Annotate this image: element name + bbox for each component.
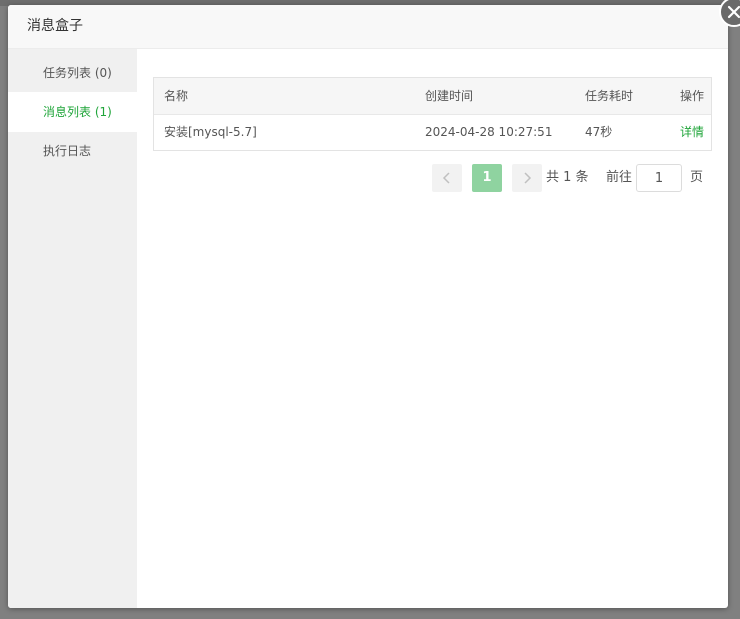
table-header: 名称 创建时间 任务耗时 操作: [154, 78, 711, 115]
chevron-right-icon: [524, 172, 532, 184]
message-box-dialog: 消息盒子 任务列表 (0) 消息列表 (1) 执行日志 名称 创建时间 任务耗时…: [8, 0, 740, 608]
page-suffix: 页: [690, 170, 704, 185]
row-created-time: 2024-04-28 10:27:51: [425, 125, 553, 139]
main-content: 名称 创建时间 任务耗时 操作 安装[mysql-5.7] 2024-04-28…: [137, 49, 728, 608]
next-page-button[interactable]: [512, 164, 542, 192]
sidebar-item-message-list[interactable]: 消息列表 (1): [8, 92, 137, 132]
total-count: 共 1 条: [546, 170, 589, 185]
prev-page-button[interactable]: [432, 164, 462, 192]
sidebar: 任务列表 (0) 消息列表 (1) 执行日志: [8, 49, 137, 608]
message-table: 名称 创建时间 任务耗时 操作 安装[mysql-5.7] 2024-04-28…: [153, 77, 712, 151]
page-number-current[interactable]: 1: [472, 164, 502, 192]
dialog-header: 消息盒子: [8, 5, 728, 49]
column-header-created: 创建时间: [425, 89, 474, 103]
table-row: 安装[mysql-5.7] 2024-04-28 10:27:51 47秒 详情: [154, 115, 711, 150]
goto-label: 前往: [606, 170, 633, 185]
sidebar-item-execution-log[interactable]: 执行日志: [8, 131, 137, 171]
row-duration: 47秒: [585, 125, 613, 139]
goto-page-input[interactable]: [636, 164, 682, 192]
chevron-left-icon: [442, 172, 450, 184]
row-name: 安装[mysql-5.7]: [164, 125, 257, 139]
column-header-name: 名称: [164, 89, 189, 103]
column-header-duration: 任务耗时: [585, 89, 634, 103]
sidebar-item-task-list[interactable]: 任务列表 (0): [8, 53, 137, 93]
close-icon: [727, 5, 740, 19]
column-header-action: 操作: [680, 89, 705, 103]
dialog-title: 消息盒子: [27, 18, 83, 34]
details-link[interactable]: 详情: [680, 115, 704, 150]
